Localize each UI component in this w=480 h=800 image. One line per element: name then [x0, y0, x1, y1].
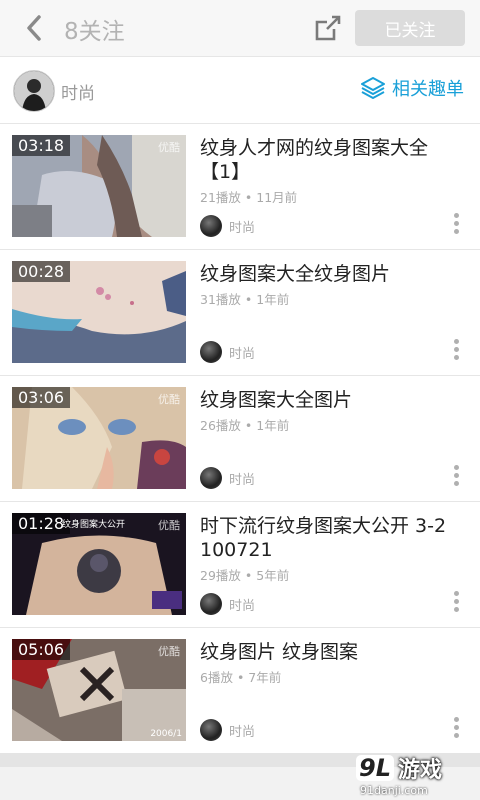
video-title[interactable]: 纹身图片 纹身图案 — [200, 640, 450, 664]
source-watermark: 优酷 — [158, 141, 180, 154]
related-lists-button[interactable]: 相关趣单 — [360, 75, 464, 101]
source-watermark: 优酷 — [158, 393, 180, 406]
video-author[interactable]: 时尚 — [200, 719, 255, 741]
video-list: 03:18 优酷 纹身人才网的纹身图案大全【1】 21播放 • 11月前 时尚 — [0, 124, 480, 754]
logo-name: 游戏 — [398, 758, 443, 783]
play-count: 29播放 — [200, 568, 241, 583]
channel-avatar[interactable] — [13, 70, 55, 112]
play-count: 26播放 — [200, 418, 241, 433]
author-name: 时尚 — [229, 220, 256, 236]
author-avatar — [200, 593, 222, 615]
share-button[interactable] — [312, 12, 344, 44]
meta-separator: • — [244, 292, 253, 307]
author-avatar — [200, 467, 222, 489]
video-thumbnail[interactable]: 03:06 优酷 — [12, 387, 186, 489]
author-name: 时尚 — [229, 724, 256, 740]
video-item[interactable]: 03:06 优酷 纹身图案大全图片 26播放 • 1年前 时尚 — [0, 376, 480, 502]
more-options-button[interactable] — [454, 213, 460, 234]
source-watermark: 优酷 — [158, 519, 180, 532]
video-duration: 00:28 — [12, 261, 71, 282]
video-meta: 31播放 • 1年前 — [200, 289, 289, 308]
layers-icon — [361, 77, 385, 99]
more-options-button[interactable] — [454, 717, 460, 738]
chevron-left-icon — [27, 15, 41, 41]
followed-button[interactable]: 已关注 — [355, 10, 465, 46]
play-count: 31播放 — [200, 292, 241, 307]
author-avatar — [200, 719, 222, 741]
related-lists-label: 相关趣单 — [392, 79, 464, 100]
video-meta: 6播放 • 7年前 — [200, 667, 281, 686]
back-button[interactable] — [18, 10, 50, 46]
page-title: 8关注 — [64, 19, 125, 45]
publish-time: 1年前 — [256, 292, 290, 307]
meta-separator: • — [244, 190, 253, 205]
channel-header[interactable]: 时尚 相关趣单 — [0, 57, 480, 124]
more-options-button[interactable] — [454, 465, 460, 486]
video-meta: 21播放 • 11月前 — [200, 187, 297, 206]
source-watermark: 优酷 — [158, 645, 180, 658]
video-title[interactable]: 纹身图案大全图片 — [200, 388, 450, 412]
more-dots-icon — [454, 213, 459, 218]
channel-name: 时尚 — [61, 84, 95, 104]
author-name: 时尚 — [229, 472, 256, 488]
top-bar: 8关注 已关注 — [0, 0, 480, 57]
video-meta: 26播放 • 1年前 — [200, 415, 289, 434]
publish-time: 5年前 — [256, 568, 290, 583]
video-thumbnail[interactable]: 03:18 优酷 — [12, 135, 186, 237]
video-duration: 03:06 — [12, 387, 71, 408]
video-title[interactable]: 时下流行纹身图案大公开 3-2100721 — [200, 514, 450, 562]
share-icon — [315, 15, 341, 41]
video-item[interactable]: 05:06 优酷 2006/1 纹身图片 纹身图案 6播放 • 7年前 时尚 — [0, 628, 480, 754]
author-avatar — [200, 215, 222, 237]
play-count: 21播放 — [200, 190, 241, 205]
video-thumbnail[interactable]: 01:28 纹身图案大公开 优酷 — [12, 513, 186, 615]
video-meta: 29播放 • 5年前 — [200, 565, 289, 584]
video-title[interactable]: 纹身人才网的纹身图案大全【1】 — [200, 136, 450, 184]
video-item[interactable]: 03:18 优酷 纹身人才网的纹身图案大全【1】 21播放 • 11月前 时尚 — [0, 124, 480, 250]
video-author[interactable]: 时尚 — [200, 467, 255, 489]
more-dots-icon — [454, 465, 459, 470]
publish-time: 7年前 — [248, 670, 282, 685]
publish-time: 1年前 — [256, 418, 290, 433]
author-avatar — [200, 341, 222, 363]
video-author[interactable]: 时尚 — [200, 341, 255, 363]
site-watermark-logo: 9L 游戏 91danji.com — [356, 752, 470, 797]
meta-separator: • — [244, 568, 253, 583]
author-name: 时尚 — [229, 346, 256, 362]
video-thumbnail[interactable]: 05:06 优酷 2006/1 — [12, 639, 186, 741]
author-name: 时尚 — [229, 598, 256, 614]
video-item[interactable]: 01:28 纹身图案大公开 优酷 时下流行纹身图案大公开 3-2100721 2… — [0, 502, 480, 628]
video-author[interactable]: 时尚 — [200, 593, 255, 615]
avatar-image — [14, 71, 54, 111]
video-item[interactable]: 00:28 纹身图案大全纹身图片 31播放 • 1年前 时尚 — [0, 250, 480, 376]
more-dots-icon — [454, 591, 459, 596]
video-title[interactable]: 纹身图案大全纹身图片 — [200, 262, 450, 286]
logo-number: 9L — [356, 755, 394, 781]
thumbnail-caption: 纹身图案大公开 — [62, 520, 126, 530]
meta-separator: • — [244, 418, 253, 433]
more-dots-icon — [454, 339, 459, 344]
publish-time: 11月前 — [256, 190, 298, 205]
video-duration: 03:18 — [12, 135, 71, 156]
more-dots-icon — [454, 717, 459, 722]
logo-url: 91danji.com — [360, 784, 428, 797]
play-count: 6播放 — [200, 670, 233, 685]
video-duration: 05:06 — [12, 639, 71, 660]
video-thumbnail[interactable]: 00:28 — [12, 261, 186, 363]
more-options-button[interactable] — [454, 339, 460, 360]
video-author[interactable]: 时尚 — [200, 215, 255, 237]
more-options-button[interactable] — [454, 591, 460, 612]
thumbnail-caption: 2006/1 — [150, 729, 182, 739]
meta-separator: • — [236, 670, 245, 685]
